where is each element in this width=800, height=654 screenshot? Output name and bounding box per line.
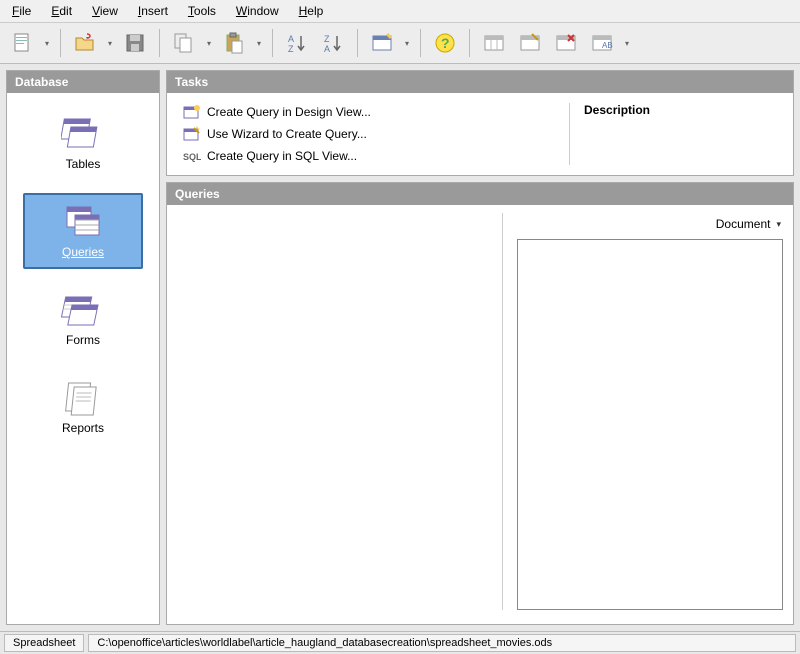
tasks-header: Tasks [167,71,793,93]
task-label: Create Query in Design View... [207,105,371,119]
menu-view[interactable]: View [84,2,126,20]
task-label: Create Query in SQL View... [207,149,357,163]
svg-text:A: A [288,34,294,44]
separator [420,29,421,57]
table-rename-icon[interactable]: AB [586,27,618,59]
separator [469,29,470,57]
task-list: Create Query in Design View... Use Wizar… [181,103,569,165]
open-dropdown-arrow[interactable]: ▾ [105,27,115,59]
open-icon[interactable] [69,27,101,59]
task-sql-view[interactable]: SQL Create Query in SQL View... [181,147,569,165]
toolbar: ▾ ▾ ▾ ▾ AZ ZA ▾ ? AB ▾ [0,23,800,64]
separator [272,29,273,57]
new-dropdown-arrow[interactable]: ▾ [42,27,52,59]
separator [159,29,160,57]
menu-insert[interactable]: Insert [130,2,176,20]
description-label: Description [584,103,779,117]
queries-panel: Queries Document ▾ [166,182,794,625]
task-label: Use Wizard to Create Query... [207,127,367,141]
svg-text:SQL: SQL [183,152,201,162]
queries-list[interactable] [177,213,503,610]
reports-icon [61,379,105,417]
main-area: Tasks Create Query in Design View... Use… [166,70,794,625]
forms-icon [61,291,105,329]
paste-dropdown-arrow[interactable]: ▾ [254,27,264,59]
form-dropdown-arrow[interactable]: ▾ [402,27,412,59]
new-document-icon[interactable] [6,27,38,59]
svg-text:AB: AB [602,41,613,50]
sidebar-item-reports[interactable]: Reports [23,369,143,445]
sidebar-items: Tables Queries Forms Reports [7,93,159,624]
separator [60,29,61,57]
status-type: Spreadsheet [4,634,84,652]
table-edit-icon[interactable] [514,27,546,59]
sidebar-item-queries[interactable]: Queries [23,193,143,269]
queries-icon [61,203,105,241]
svg-text:?: ? [441,35,450,51]
form-icon[interactable] [366,27,398,59]
separator [357,29,358,57]
menubar: File Edit View Insert Tools Window Help [0,0,800,23]
nav-label: Reports [62,421,104,435]
design-view-icon [183,104,201,120]
menu-tools[interactable]: Tools [180,2,224,20]
sort-asc-icon[interactable]: AZ [281,27,313,59]
preview-box [517,239,783,610]
table-dropdown-arrow[interactable]: ▾ [622,27,632,59]
status-path: C:\openoffice\articles\worldlabel\articl… [88,634,796,652]
paste-icon[interactable] [218,27,250,59]
nav-label: Forms [66,333,100,347]
dropdown-arrow-icon: ▾ [776,219,781,230]
svg-text:Z: Z [324,34,330,44]
save-icon[interactable] [119,27,151,59]
menu-help[interactable]: Help [291,2,332,20]
sort-desc-icon[interactable]: ZA [317,27,349,59]
sidebar-item-forms[interactable]: Forms [23,281,143,357]
sidebar-item-tables[interactable]: Tables [23,105,143,181]
tables-icon [61,115,105,153]
menu-file[interactable]: File [4,2,39,20]
content-area: Database Tables Queries Forms Reports Ta… [0,64,800,631]
table-delete-icon[interactable] [550,27,582,59]
nav-label: Tables [66,157,101,171]
svg-text:Z: Z [288,44,294,54]
copy-dropdown-arrow[interactable]: ▾ [204,27,214,59]
menu-edit[interactable]: Edit [43,2,80,20]
document-label: Document [716,217,771,231]
menu-window[interactable]: Window [228,2,287,20]
document-dropdown[interactable]: Document ▾ [517,213,783,239]
copy-icon[interactable] [168,27,200,59]
sql-icon: SQL [183,148,201,164]
table-new-icon[interactable] [478,27,510,59]
svg-text:A: A [324,44,330,54]
nav-label: Queries [62,245,104,259]
statusbar: Spreadsheet C:\openoffice\articles\world… [0,631,800,654]
queries-preview-pane: Document ▾ [503,213,783,610]
description-column: Description [569,103,779,165]
wizard-icon [183,126,201,142]
sidebar-header: Database [7,71,159,93]
task-create-design-view[interactable]: Create Query in Design View... [181,103,569,121]
queries-header: Queries [167,183,793,205]
tasks-panel: Tasks Create Query in Design View... Use… [166,70,794,176]
help-icon[interactable]: ? [429,27,461,59]
database-sidebar: Database Tables Queries Forms Reports [6,70,160,625]
task-wizard[interactable]: Use Wizard to Create Query... [181,125,569,143]
